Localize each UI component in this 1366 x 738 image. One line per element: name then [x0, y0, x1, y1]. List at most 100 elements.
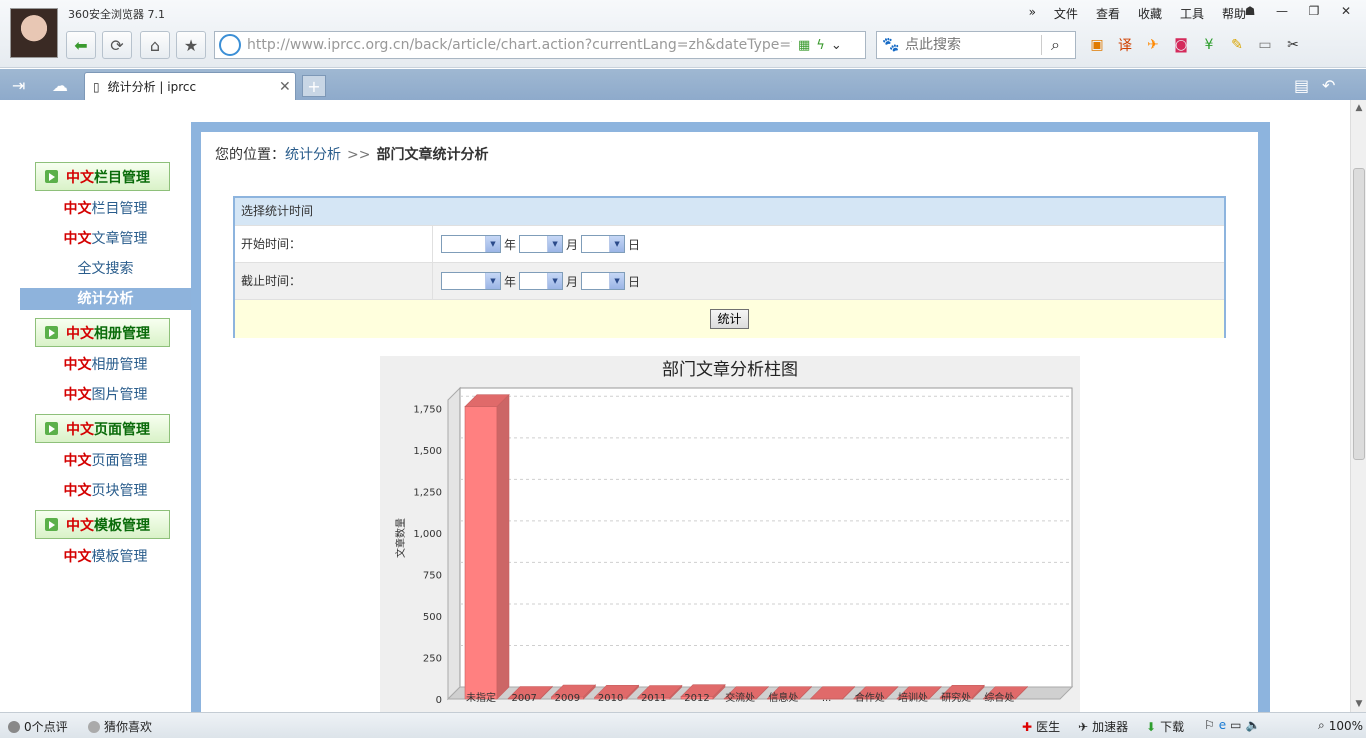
tab-active[interactable]: ▯ 统计分析 | iprcc ✕ [84, 72, 296, 100]
menu-tools[interactable]: 工具 [1180, 5, 1204, 22]
submit-row: 统计 [235, 299, 1224, 338]
favorite-button[interactable]: ★ [176, 31, 206, 59]
menu-overflow-icon[interactable]: » [1029, 5, 1036, 22]
address-bar[interactable]: http://www.iprcc.org.cn/back/article/cha… [214, 31, 866, 59]
menu-file[interactable]: 文件 [1054, 5, 1078, 22]
chart-title: 部门文章分析柱图 [662, 360, 798, 380]
page-title: 部门文章统计分析 [376, 147, 489, 163]
refresh-icon: ⟳ [110, 35, 124, 55]
doctor-icon: ✚ [1022, 719, 1033, 734]
main-frame: 您的位置：统计分析 >> 部门文章统计分析 选择统计时间 开始时间： ▼ 年 ▼ 月… [191, 122, 1270, 712]
end-day-select[interactable]: ▼ [581, 272, 626, 290]
tab-list-icon[interactable]: ▤ [1294, 76, 1309, 95]
home-button[interactable]: ⌂ [140, 31, 170, 59]
x-tick-label: 未指定 [466, 691, 496, 704]
end-year-select[interactable]: ▼ [441, 272, 501, 290]
y-tick-label: 1,000 [413, 529, 442, 540]
sidebar-item-fulltext-search[interactable]: 全文搜索 [20, 258, 191, 280]
category-album-management[interactable]: 中文相册管理 [35, 318, 170, 347]
x-tick-label: 2007 [511, 693, 536, 704]
notes-icon[interactable]: ✎ [1228, 36, 1246, 54]
start-day-select[interactable]: ▼ [581, 235, 626, 253]
y-tick-label: 250 [423, 653, 442, 664]
flag-icon[interactable]: ⚐ [1204, 718, 1215, 732]
scroll-thumb[interactable] [1353, 168, 1365, 460]
ie-icon[interactable]: e [1219, 718, 1226, 732]
baidu-paw-icon[interactable]: 🐾 [877, 37, 905, 53]
sidebar-item-article-management[interactable]: 中文文章管理 [20, 228, 191, 250]
x-tick-label: 2010 [598, 693, 623, 704]
filter-title: 选择统计时间 [235, 198, 1224, 225]
breadcrumb-link-statistics[interactable]: 统计分析 [285, 147, 341, 163]
statistics-submit-button[interactable]: 统计 [710, 309, 749, 329]
x-tick-label: 2012 [684, 693, 709, 704]
x-tick-label: 培训处 [898, 691, 928, 704]
cut-icon[interactable]: ✂ [1284, 36, 1302, 54]
chevron-down-icon: ▼ [609, 236, 625, 252]
translate-icon[interactable]: 译 [1116, 36, 1134, 54]
accelerator-item[interactable]: ✈ 加速器 [1078, 718, 1128, 735]
search-input[interactable] [905, 37, 1041, 53]
end-month-select[interactable]: ▼ [519, 272, 564, 290]
extension-icons: ▣ 译 ✈ ◙ ¥ ✎ ▭ ✂ [1088, 36, 1302, 54]
sidebar-toggle-icon[interactable]: ⇥ [12, 76, 25, 95]
refresh-button[interactable]: ⟳ [102, 31, 132, 59]
sidebar-item-block-management[interactable]: 中文页块管理 [20, 480, 191, 502]
sidebar-item-picture-management[interactable]: 中文图片管理 [20, 384, 191, 406]
y-tick-label: 1,500 [413, 446, 442, 457]
guess-you-like-item[interactable]: 猜你喜欢 [88, 718, 152, 735]
menu-favorites[interactable]: 收藏 [1138, 5, 1162, 22]
undo-close-icon[interactable]: ↶ [1322, 76, 1335, 95]
category-page-management[interactable]: 中文页面管理 [35, 414, 170, 443]
scroll-up-icon[interactable]: ▲ [1351, 100, 1366, 116]
sidebar-item-page-management[interactable]: 中文页面管理 [20, 450, 191, 472]
money-icon[interactable]: ¥ [1200, 36, 1218, 54]
sidebar-item-column-management[interactable]: 中文栏目管理 [20, 198, 191, 220]
lightning-icon[interactable]: ϟ [816, 38, 825, 53]
comments-item[interactable]: 0个点评 [8, 718, 68, 735]
close-window-icon[interactable]: ✕ [1332, 2, 1360, 20]
qr-code-icon[interactable]: ▦ [798, 38, 810, 53]
game-icon[interactable]: ◙ [1172, 36, 1190, 54]
speaker-icon[interactable]: 🔈 [1246, 718, 1261, 732]
x-tick-label: 合作处 [855, 691, 885, 704]
wrench-icon: ✈ [1078, 719, 1089, 734]
close-tab-icon[interactable]: ✕ [279, 79, 295, 95]
flight-icon[interactable]: ✈ [1144, 36, 1162, 54]
scroll-down-icon[interactable]: ▼ [1351, 696, 1366, 712]
category-column-management[interactable]: 中文栏目管理 [35, 162, 170, 191]
department-article-chart: 部门文章分析柱图 0 250 500 750 1,000 1,250 1,500 1,750 文章… [380, 356, 1080, 712]
sidebar-item-statistics[interactable]: 统计分析 [20, 288, 191, 310]
zoom-item[interactable]: ⌕ 100% [1318, 718, 1363, 733]
window-icon[interactable]: ▭ [1230, 718, 1241, 732]
new-tab-button[interactable]: + [302, 75, 326, 97]
back-button[interactable]: ⬅ [66, 31, 96, 59]
restore-icon[interactable]: ❐ [1300, 2, 1328, 20]
star-icon: ★ [183, 35, 199, 55]
x-tick-label: 研究处 [941, 691, 971, 704]
x-tick-label: 2009 [555, 693, 580, 704]
url-text[interactable]: http://www.iprcc.org.cn/back/article/cha… [247, 37, 792, 53]
search-icon[interactable]: ⌕ [1041, 35, 1069, 55]
start-month-select[interactable]: ▼ [519, 235, 564, 253]
doctor-item[interactable]: ✚ 医生 [1022, 718, 1060, 735]
minimize-icon[interactable]: — [1268, 2, 1296, 20]
menu-view[interactable]: 查看 [1096, 5, 1120, 22]
chevron-down-icon[interactable]: ⌄ [831, 38, 842, 53]
vertical-scrollbar[interactable]: ▲ ▼ [1350, 100, 1366, 712]
x-tick-label: ... [822, 693, 832, 704]
screenshot-icon[interactable]: ▭ [1256, 36, 1274, 54]
apps-icon[interactable]: ▣ [1088, 36, 1106, 54]
start-year-select[interactable]: ▼ [441, 235, 501, 253]
category-template-management[interactable]: 中文模板管理 [35, 510, 170, 539]
download-item[interactable]: ⬇ 下载 [1146, 718, 1184, 735]
sidebar-item-album-management[interactable]: 中文相册管理 [20, 354, 191, 376]
chart-plot-area [459, 387, 1073, 688]
sidebar-item-template-management[interactable]: 中文模板管理 [20, 546, 191, 568]
app-title: 360安全浏览器 7.1 [68, 8, 165, 21]
cloud-icon[interactable]: ☁ [52, 76, 68, 95]
arrow-left-icon: ⬅ [74, 35, 88, 55]
user-avatar[interactable] [10, 8, 58, 58]
page-icon: ▯ [93, 79, 100, 94]
skin-icon[interactable]: ☗ [1236, 2, 1264, 20]
